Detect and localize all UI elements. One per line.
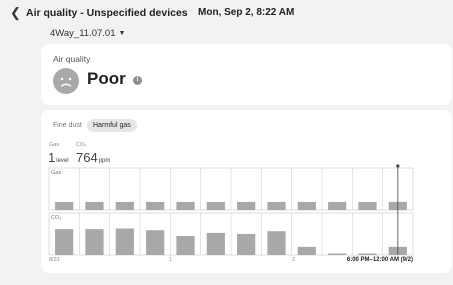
chart-x-axis: 8/31 1 2 6:00 PM–12:00 AM (9/2) (49, 257, 413, 267)
chart-bar (146, 230, 165, 255)
chart-bar (267, 231, 286, 255)
chart-bar (146, 201, 165, 210)
chart-bar (176, 235, 195, 255)
gas-metric-label: Gas (49, 142, 60, 148)
tab-fine-dust[interactable]: Fine dust (53, 119, 82, 132)
x-axis-label: 2 (292, 257, 296, 263)
chart-bar (297, 201, 316, 210)
device-selector[interactable]: 4Way_11.07.01 ▼ (50, 28, 125, 39)
chart-bar (358, 253, 377, 255)
co2-unit: ppm (98, 158, 111, 164)
history-chart-svg: Gas CO₂ (48, 164, 414, 256)
chart-panel-label: CO₂ (51, 215, 61, 221)
gas-unit: level (56, 158, 69, 164)
dropdown-caret-icon: ▼ (118, 30, 126, 37)
chart-bar (176, 201, 195, 210)
x-axis-label: 1 (169, 257, 173, 263)
chart-panel-label: Gas (51, 170, 61, 176)
chart-bar (115, 201, 134, 210)
co2-metric-value: 764ppm (76, 150, 110, 165)
chart-bar (328, 253, 347, 255)
chart-bar (85, 201, 104, 210)
top-bar: ❮ Air quality - Unspecified devices Mon,… (0, 0, 453, 28)
chart-bar (237, 201, 256, 210)
air-quality-label: Air quality (53, 54, 91, 64)
air-quality-status: Poor (87, 69, 126, 88)
chart-bar (297, 246, 316, 255)
back-arrow-icon[interactable]: ❮ (10, 6, 22, 20)
chart-bar (55, 201, 74, 210)
sad-face-icon (53, 68, 79, 94)
datetime-display: Mon, Sep 2, 8:22 AM (198, 7, 295, 18)
chart-bar (206, 232, 225, 255)
x-axis-label: 8/31 (49, 257, 60, 263)
selected-range-label: 6:00 PM–12:00 AM (9/2) (346, 257, 413, 263)
chart-bar (358, 201, 377, 210)
chart-bar (115, 228, 134, 255)
air-quality-card: Air quality Poor i (41, 44, 452, 105)
chart-bar (85, 229, 104, 255)
chart-cursor-dot (396, 164, 400, 168)
chart-bar (206, 201, 225, 210)
gas-value: 1 (48, 150, 56, 165)
history-chart[interactable]: Gas CO₂ (48, 164, 414, 256)
tab-harmful-gas[interactable]: Harmful gas (87, 119, 137, 132)
info-icon[interactable]: i (133, 76, 142, 85)
chart-bar (328, 201, 347, 210)
chart-bar (237, 233, 256, 255)
chart-bar (55, 229, 74, 255)
chart-bar (267, 201, 286, 210)
device-name: 4Way_11.07.01 (50, 28, 116, 39)
co2-metric-label: CO₂ (76, 142, 87, 148)
co2-value: 764 (76, 150, 98, 165)
gas-metric-value: 1level (48, 150, 69, 165)
page-title: Air quality - Unspecified devices (26, 7, 188, 19)
